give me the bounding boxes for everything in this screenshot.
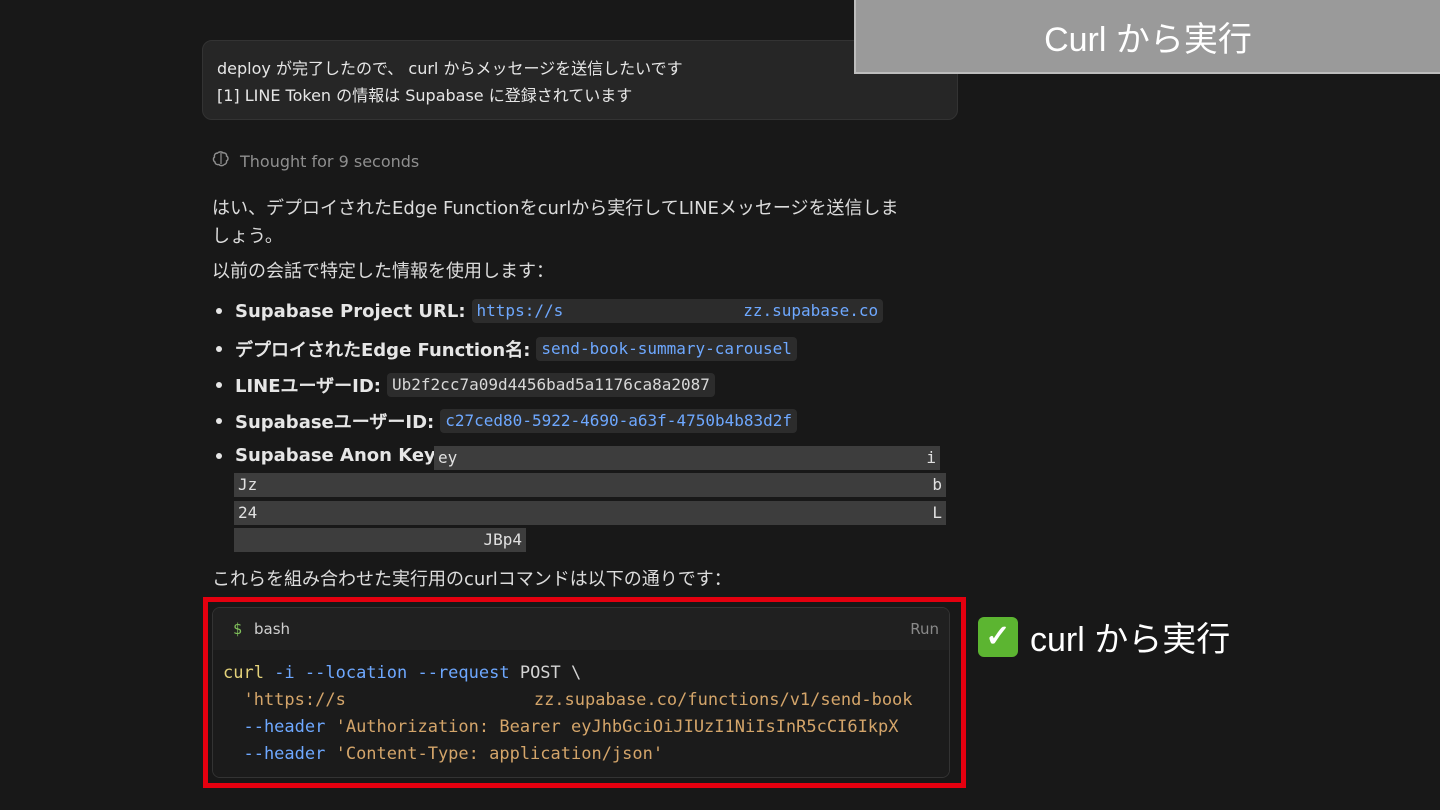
banner-title: Curl から実行 bbox=[1044, 20, 1252, 59]
bullet-label: LINEユーザーID: bbox=[235, 376, 382, 397]
anon-key-line-1: ey i bbox=[434, 446, 940, 470]
bullet-dot bbox=[216, 308, 222, 314]
list-item: Supabase Anon Key: bbox=[216, 445, 449, 466]
thought-label: Thought for 9 seconds bbox=[240, 151, 420, 171]
response-paragraph-3: これらを組み合わせた実行用のcurlコマンドは以下の通りです： bbox=[212, 569, 732, 590]
brain-icon bbox=[212, 150, 232, 172]
check-mark-icon: ✓ bbox=[978, 616, 1018, 657]
bullet-dot bbox=[216, 418, 222, 424]
callout-label: curl から実行 bbox=[1030, 621, 1231, 659]
callout-annotation: ✓ curl から実行 bbox=[978, 612, 1230, 661]
anon-key-line-3: 24 L bbox=[234, 501, 946, 525]
list-item: SupabaseユーザーID: c27ced80-5922-4690-a63f-… bbox=[216, 408, 798, 434]
anon-key-line-4: JBp4 bbox=[234, 528, 526, 552]
bullet-dot bbox=[216, 382, 222, 388]
bullet-dot bbox=[216, 452, 222, 459]
thought-indicator[interactable]: Thought for 9 seconds bbox=[212, 150, 419, 172]
user-message-line-2: [1] LINE Token の情報は Supabase に登録されています bbox=[217, 86, 633, 105]
supabase-user-id-code: c27ced80-5922-4690-a63f-4750b4b83d2f bbox=[440, 409, 798, 433]
list-item: LINEユーザーID: Ub2f2cc7a09d4456bad5a1176ca8… bbox=[216, 372, 715, 398]
list-item: Supabase Project URL: https://s zz.supaba… bbox=[216, 299, 884, 323]
user-message-line-1: deploy が完了したので、 curl からメッセージを送信したいです bbox=[217, 59, 683, 78]
title-banner: Curl から実行 bbox=[854, 0, 1440, 74]
bullet-label: Supabase Anon Key: bbox=[235, 445, 443, 466]
anon-key-line-2: Jz b bbox=[234, 473, 946, 497]
response-paragraph-2: 以前の会話で特定した情報を使用します： bbox=[212, 261, 554, 282]
user-message-bubble: deploy が完了したので、 curl からメッセージを送信したいです [1]… bbox=[202, 40, 958, 120]
function-name-code: send-book-summary-carousel bbox=[536, 337, 797, 361]
list-item: デプロイされたEdge Function名: send-book-summary… bbox=[216, 336, 797, 362]
bullet-label: デプロイされたEdge Function名: bbox=[235, 340, 531, 361]
response-intro-line-1: はい、デプロイされたEdge Functionをcurlから実行してLINEメッ… bbox=[212, 198, 899, 219]
bullet-label: SupabaseユーザーID: bbox=[235, 412, 435, 433]
bullet-dot bbox=[216, 346, 222, 352]
highlight-frame bbox=[203, 597, 966, 788]
line-user-id-code: Ub2f2cc7a09d4456bad5a1176ca8a2087 bbox=[387, 373, 715, 397]
response-intro-line-2: しょう。 bbox=[212, 226, 283, 247]
project-url-code: https://s zz.supabase.co bbox=[471, 299, 884, 323]
bullet-label: Supabase Project URL: bbox=[235, 300, 466, 322]
